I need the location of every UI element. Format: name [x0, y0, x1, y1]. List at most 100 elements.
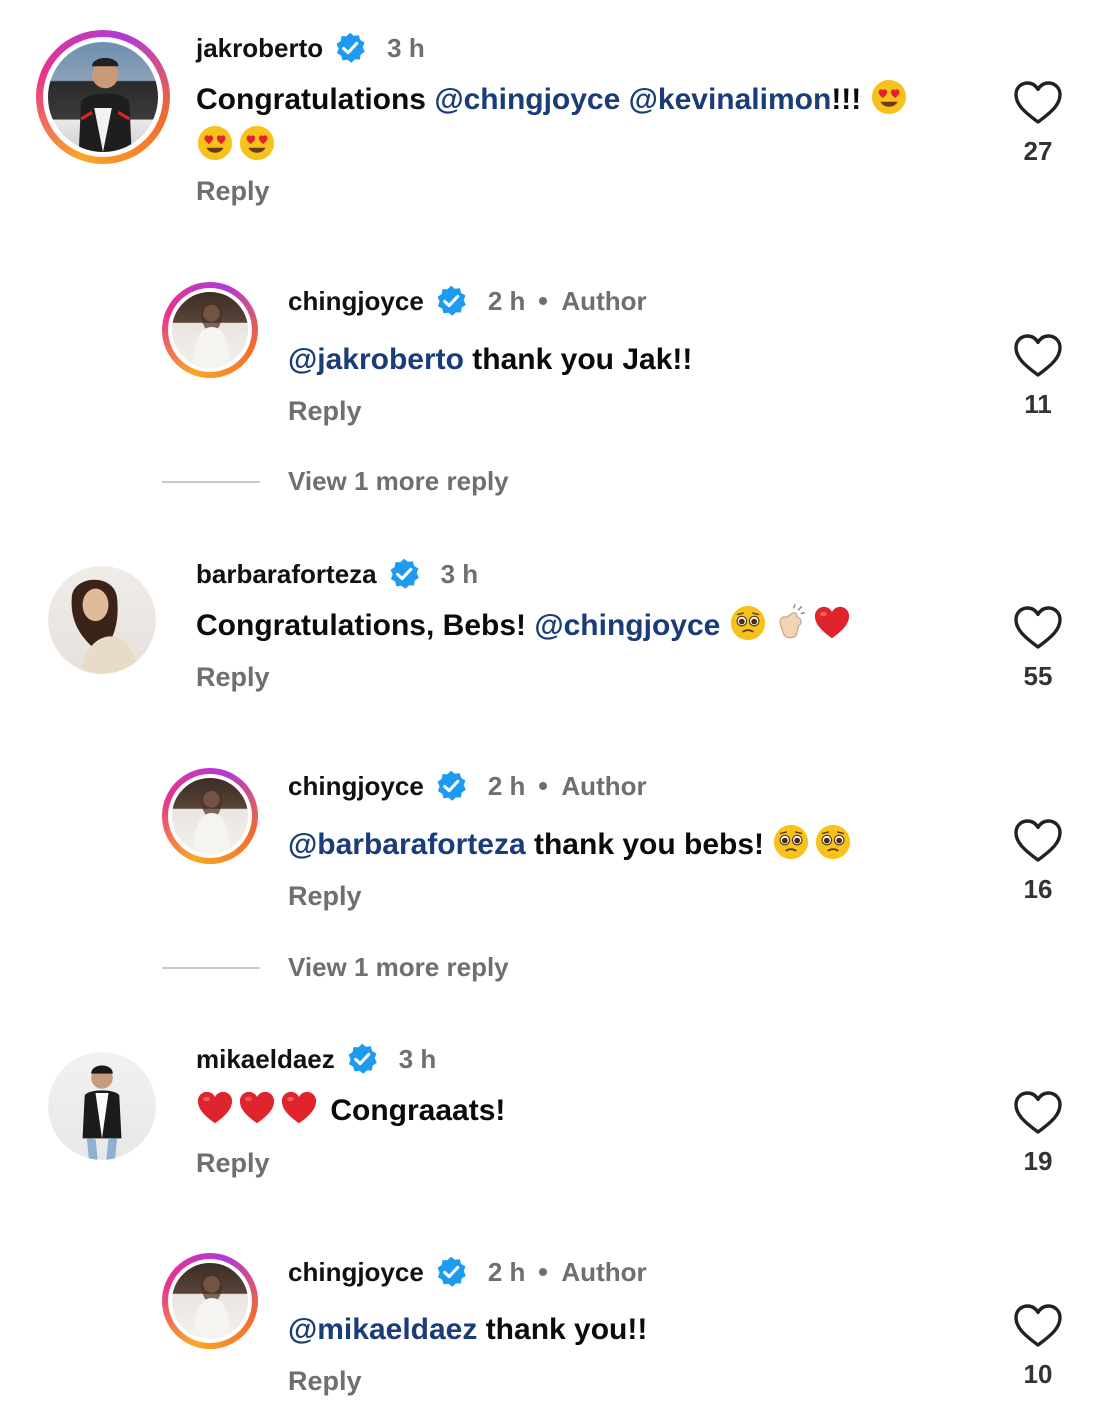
view-more-label: View 1 more reply — [288, 466, 509, 496]
avatar-photo — [193, 303, 230, 368]
comment-meta: mikaeldaez 3 h — [196, 1041, 436, 1077]
username[interactable]: chingjoyce — [288, 771, 424, 802]
pleading-face-emoji-icon — [772, 823, 810, 861]
mention-link[interactable]: @jakroberto — [288, 343, 464, 376]
reply-button[interactable]: Reply — [288, 396, 362, 427]
view-more-replies[interactable]: View 1 more reply — [162, 466, 509, 497]
timestamp: 3 h — [387, 32, 425, 63]
comment-text: Congratulations, Bebs! @chingjoyce — [196, 603, 855, 649]
verified-badge-icon — [434, 284, 468, 318]
comment-text-part: !!! — [831, 83, 870, 116]
timestamp: 2 h — [487, 1256, 526, 1287]
author-label: Author — [561, 1256, 647, 1287]
red-heart-emoji-icon — [238, 1089, 276, 1127]
mention-link[interactable]: @chingjoyce — [434, 83, 620, 116]
avatar-photo — [78, 57, 132, 152]
view-more-replies[interactable]: View 1 more reply — [162, 952, 509, 983]
like-control: 19 — [1010, 1090, 1066, 1177]
like-count: 19 — [1023, 1146, 1053, 1176]
comment-text-part: thank you Jak!! — [463, 343, 693, 376]
heart-outline-icon[interactable] — [1013, 80, 1063, 126]
comment-text: @jakroberto thank you Jak!! — [288, 337, 692, 383]
heart-outline-icon[interactable] — [1013, 1303, 1063, 1349]
timestamp: 2 h — [487, 285, 526, 316]
like-control: 11 — [1010, 333, 1066, 420]
heart-outline-icon[interactable] — [1013, 818, 1063, 864]
like-control: 16 — [1010, 818, 1066, 905]
like-control: 27 — [1010, 80, 1066, 167]
comment-text-part: thank you bebs! — [525, 828, 773, 861]
avatar[interactable] — [162, 768, 258, 864]
like-control: 55 — [1010, 605, 1066, 692]
reply-button[interactable]: Reply — [196, 662, 270, 693]
heart-eyes-emoji-icon — [238, 124, 276, 162]
separator-dot — [539, 1268, 548, 1276]
pleading-face-emoji-icon — [814, 823, 852, 861]
like-count: 16 — [1023, 874, 1053, 904]
reply-button[interactable]: Reply — [196, 176, 270, 207]
comment-meta: chingjoyce 2 h Author — [288, 1254, 647, 1290]
username[interactable]: chingjoyce — [288, 1257, 424, 1288]
heart-outline-icon[interactable] — [1013, 333, 1063, 379]
username[interactable]: chingjoyce — [288, 286, 424, 317]
timestamp: 3 h — [398, 1043, 437, 1074]
red-heart-emoji-icon — [280, 1089, 318, 1127]
comment-text-part: Congratulations — [196, 83, 435, 116]
avatar-photo — [71, 579, 139, 674]
avatar[interactable] — [36, 30, 170, 164]
reply-button[interactable]: Reply — [196, 1148, 270, 1179]
pleading-face-emoji-icon — [729, 604, 767, 642]
verified-badge-icon — [333, 31, 367, 65]
like-control: 10 — [1010, 1303, 1066, 1390]
comment-text: @mikaeldaez thank you!! — [288, 1307, 647, 1353]
comment-meta: chingjoyce 2 h Author — [288, 768, 647, 804]
comment-text: Congratulations @chingjoyce @kevinalimon… — [196, 77, 956, 169]
clapping-hands-emoji-icon — [771, 604, 809, 642]
mention-link[interactable]: @chingjoyce — [534, 609, 720, 642]
timestamp: 3 h — [440, 558, 479, 589]
avatar-photo — [193, 1274, 230, 1339]
username[interactable]: mikaeldaez — [196, 1044, 335, 1075]
separator-dot — [539, 782, 548, 790]
avatar-photo — [193, 789, 230, 854]
avatar[interactable] — [48, 1052, 156, 1160]
like-count: 11 — [1024, 389, 1052, 419]
heart-eyes-emoji-icon — [196, 124, 234, 162]
like-count: 55 — [1023, 661, 1053, 691]
heart-outline-icon[interactable] — [1013, 605, 1063, 651]
mention-link[interactable]: @barbaraforteza — [288, 828, 526, 861]
comment-text: @barbaraforteza thank you bebs! — [288, 822, 856, 868]
verified-badge-icon — [345, 1042, 379, 1076]
comment-meta: barbaraforteza 3 h — [196, 556, 478, 592]
separator-dot — [539, 297, 548, 305]
view-more-label: View 1 more reply — [288, 952, 509, 982]
comment-text-part: Congratulations, Bebs! — [196, 609, 535, 642]
username[interactable]: barbaraforteza — [196, 559, 377, 590]
comment-meta: jakroberto 3 h — [196, 30, 425, 66]
verified-badge-icon — [434, 769, 468, 803]
comment-text-part: Congraaats! — [322, 1094, 506, 1127]
comment-meta: chingjoyce 2 h Author — [288, 283, 647, 319]
mention-link[interactable]: @mikaeldaez — [288, 1313, 477, 1346]
verified-badge-icon — [387, 557, 421, 591]
avatar[interactable] — [162, 1253, 258, 1349]
username[interactable]: jakroberto — [196, 33, 323, 64]
reply-button[interactable]: Reply — [288, 1366, 362, 1397]
comment-text-part — [620, 83, 628, 116]
divider-line — [162, 966, 260, 969]
verified-badge-icon — [434, 1255, 468, 1289]
author-label: Author — [561, 770, 647, 801]
like-count: 10 — [1023, 1359, 1053, 1389]
avatar[interactable] — [162, 282, 258, 378]
heart-eyes-emoji-icon — [870, 78, 908, 116]
mention-link[interactable]: @kevinalimon — [629, 83, 832, 116]
divider-line — [162, 480, 260, 483]
reply-button[interactable]: Reply — [288, 881, 362, 912]
red-heart-emoji-icon — [196, 1089, 234, 1127]
like-count: 27 — [1023, 136, 1053, 166]
avatar[interactable] — [48, 566, 156, 674]
timestamp: 2 h — [487, 770, 526, 801]
avatar-photo — [82, 1065, 122, 1160]
heart-outline-icon[interactable] — [1013, 1090, 1063, 1136]
comment-text-part: thank you!! — [477, 1313, 648, 1346]
